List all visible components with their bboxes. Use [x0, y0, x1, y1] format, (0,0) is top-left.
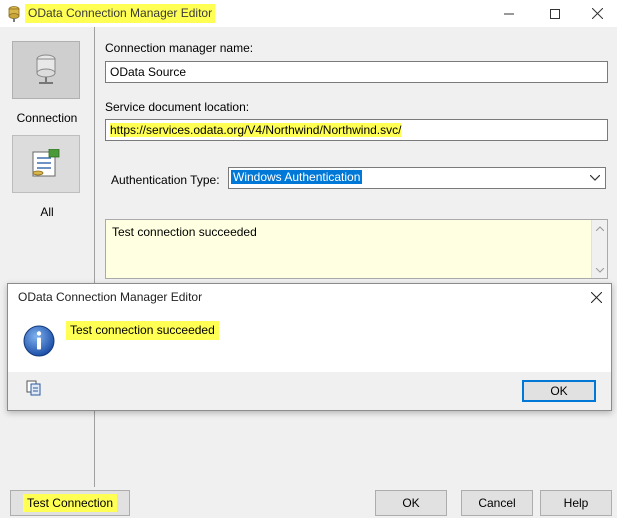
auth-type-value: Windows Authentication	[231, 170, 363, 184]
minimize-icon	[504, 13, 514, 14]
service-location-input[interactable]: https://services.odata.org/V4/Northwind/…	[105, 119, 608, 141]
minimize-button[interactable]	[486, 0, 532, 27]
connection-result-text: Test connection succeeded	[112, 225, 257, 239]
maximize-icon	[550, 8, 560, 19]
close-icon	[590, 291, 602, 303]
message-box-ok-button[interactable]: OK	[522, 380, 596, 402]
info-icon	[22, 324, 56, 358]
connection-result-area[interactable]: Test connection succeeded	[105, 219, 608, 279]
maximize-button[interactable]	[532, 0, 578, 27]
help-button[interactable]: Help	[540, 490, 612, 516]
message-box-text: Test connection succeeded	[66, 321, 219, 340]
connection-name-input[interactable]: OData Source	[105, 61, 608, 83]
message-box-title: OData Connection Manager Editor	[18, 290, 203, 304]
sidebar-item-connection[interactable]	[12, 41, 80, 99]
window-title: OData Connection Manager Editor	[25, 4, 216, 23]
cancel-button[interactable]: Cancel	[461, 490, 533, 516]
sidebar-item-connection-label: Connection	[16, 111, 78, 125]
ok-button[interactable]: OK	[375, 490, 447, 516]
auth-type-label: Authentication Type:	[111, 173, 220, 187]
test-connection-label: Test Connection	[22, 494, 118, 512]
message-box-dialog: OData Connection Manager Editor Test con…	[7, 283, 612, 411]
close-button[interactable]	[574, 0, 617, 27]
copy-icon[interactable]	[26, 380, 42, 396]
scroll-up-icon[interactable]	[595, 223, 605, 233]
message-box-footer: OK	[8, 372, 611, 410]
properties-list-icon	[32, 149, 60, 177]
test-connection-button[interactable]: Test Connection	[10, 490, 130, 516]
sidebar-item-all[interactable]	[12, 135, 80, 193]
scroll-down-icon[interactable]	[595, 265, 605, 275]
chevron-down-icon	[589, 171, 601, 185]
service-location-value: https://services.odata.org/V4/Northwind/…	[110, 123, 402, 137]
app-icon	[7, 5, 21, 23]
close-icon	[591, 8, 603, 19]
title-bar: OData Connection Manager Editor	[0, 0, 617, 27]
connection-name-label: Connection manager name:	[105, 41, 254, 55]
result-scrollbar[interactable]	[591, 220, 607, 278]
service-location-label: Service document location:	[105, 100, 250, 114]
sidebar-item-all-label: All	[40, 205, 54, 219]
message-box-close-button[interactable]	[586, 287, 606, 307]
auth-type-select[interactable]: Windows Authentication	[228, 167, 606, 189]
database-connection-icon	[36, 54, 56, 84]
navigation-pane: Connection All	[0, 27, 95, 487]
